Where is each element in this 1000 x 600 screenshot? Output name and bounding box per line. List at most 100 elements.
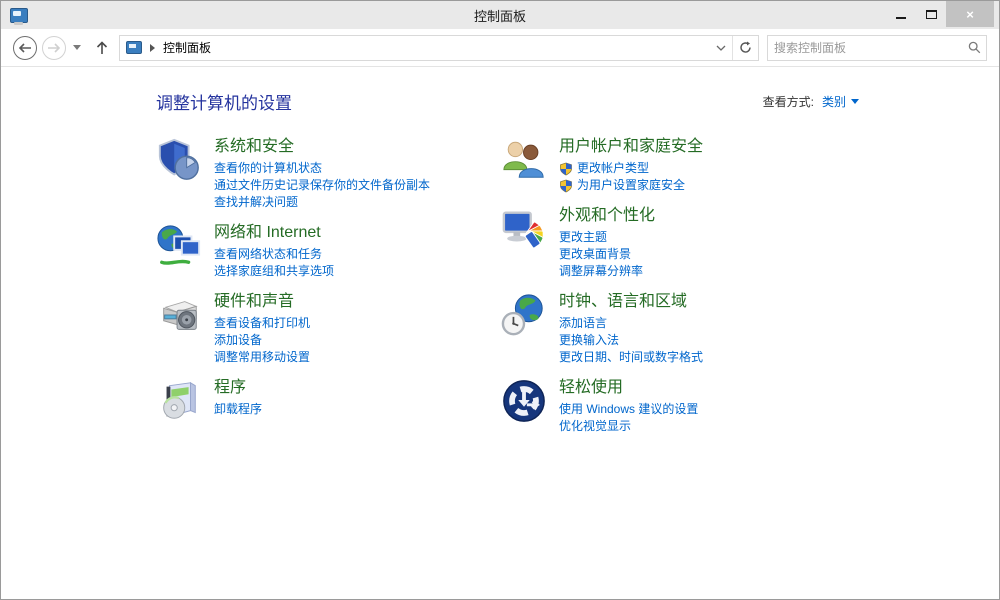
maximize-button[interactable] [916, 1, 946, 27]
category-link-label: 通过文件历史记录保存你的文件备份副本 [214, 177, 430, 194]
refresh-button[interactable] [732, 36, 758, 60]
category-title-clock-language-region[interactable]: 时钟、语言和区域 [559, 291, 687, 312]
back-button[interactable] [13, 36, 37, 60]
category-link[interactable]: 优化视觉显示 [559, 418, 698, 435]
category-title-system-security[interactable]: 系统和安全 [214, 136, 294, 157]
control-panel-small-icon [126, 41, 142, 54]
category-link[interactable]: 添加语言 [559, 315, 703, 332]
forward-button[interactable] [42, 36, 66, 60]
network-internet-icon[interactable] [156, 223, 202, 269]
programs-icon[interactable] [156, 378, 202, 424]
maximize-icon [926, 10, 937, 19]
category-link[interactable]: 查找并解决问题 [214, 194, 430, 211]
category-link-label: 更改日期、时间或数字格式 [559, 349, 703, 366]
close-button[interactable]: × [946, 1, 994, 27]
up-button[interactable] [91, 37, 113, 59]
search-box [767, 35, 987, 61]
category-link[interactable]: 调整常用移动设置 [214, 349, 310, 366]
uac-shield-icon [559, 162, 573, 176]
category-link-label: 添加语言 [559, 315, 607, 332]
category-link[interactable]: 为用户设置家庭安全 [559, 177, 703, 194]
category-link-label: 查看网络状态和任务 [214, 246, 322, 263]
category-link[interactable]: 调整屏幕分辨率 [559, 263, 655, 280]
breadcrumb-arrow-icon[interactable] [150, 44, 155, 52]
category-link[interactable]: 查看网络状态和任务 [214, 246, 334, 263]
category-link-label: 优化视觉显示 [559, 418, 631, 435]
ease-of-access-icon[interactable] [501, 378, 547, 424]
category-title-programs[interactable]: 程序 [214, 377, 246, 398]
window-controls: × [886, 1, 999, 29]
category-title-user-accounts-family-safety[interactable]: 用户帐户和家庭安全 [559, 136, 703, 157]
search-icon[interactable] [962, 41, 986, 54]
category-link[interactable]: 更改主题 [559, 229, 655, 246]
category-hardware-sound: 硬件和声音 查看设备和打印机添加设备调整常用移动设置 [156, 291, 501, 366]
category-link[interactable]: 查看你的计算机状态 [214, 160, 430, 177]
category-link[interactable]: 通过文件历史记录保存你的文件备份副本 [214, 177, 430, 194]
uac-shield-icon [559, 179, 573, 193]
control-panel-window: 控制面板 × 控制面板 [0, 0, 1000, 600]
view-by-value[interactable]: 类别 [822, 93, 846, 110]
category-link[interactable]: 卸载程序 [214, 401, 262, 418]
titlebar: 控制面板 × [1, 1, 999, 29]
category-link-label: 更改桌面背景 [559, 246, 631, 263]
close-icon: × [966, 7, 974, 22]
category-title-ease-of-access[interactable]: 轻松使用 [559, 377, 623, 398]
category-link-label: 查找并解决问题 [214, 194, 298, 211]
category-link-label: 调整屏幕分辨率 [559, 263, 643, 280]
category-title-appearance-personalization[interactable]: 外观和个性化 [559, 205, 655, 226]
forward-icon [47, 43, 61, 53]
refresh-icon [739, 41, 752, 54]
category-link-label: 查看设备和打印机 [214, 315, 310, 332]
category-title-network-internet[interactable]: 网络和 Internet [214, 222, 321, 243]
category-system-security: 系统和安全 查看你的计算机状态通过文件历史记录保存你的文件备份副本查找并解决问题 [156, 136, 501, 211]
category-title-hardware-sound[interactable]: 硬件和声音 [214, 291, 294, 312]
category-column-left: 系统和安全 查看你的计算机状态通过文件历史记录保存你的文件备份副本查找并解决问题… [156, 136, 501, 446]
hardware-sound-icon[interactable] [156, 292, 202, 338]
category-link-label: 查看你的计算机状态 [214, 160, 322, 177]
page-header: 调整计算机的设置 查看方式: 类别 [156, 89, 859, 114]
category-link-label: 使用 Windows 建议的设置 [559, 401, 698, 418]
category-link-label: 调整常用移动设置 [214, 349, 310, 366]
category-link[interactable]: 使用 Windows 建议的设置 [559, 401, 698, 418]
dropdown-caret-icon [73, 45, 81, 50]
address-bar[interactable]: 控制面板 [119, 35, 759, 61]
category-appearance-personalization: 外观和个性化 更改主题更改桌面背景调整屏幕分辨率 [501, 205, 859, 280]
category-network-internet: 网络和 Internet 查看网络状态和任务选择家庭组和共享选项 [156, 222, 501, 280]
category-link-label: 为用户设置家庭安全 [577, 177, 685, 194]
breadcrumb-control-panel[interactable]: 控制面板 [163, 39, 211, 56]
navigation-bar: 控制面板 [1, 29, 999, 67]
search-input[interactable] [768, 37, 962, 59]
category-link[interactable]: 添加设备 [214, 332, 310, 349]
category-link[interactable]: 更改帐户类型 [559, 160, 703, 177]
view-by-caret-icon[interactable] [851, 99, 859, 104]
category-link[interactable]: 更改日期、时间或数字格式 [559, 349, 703, 366]
category-clock-language-region: 时钟、语言和区域 添加语言更换输入法更改日期、时间或数字格式 [501, 291, 859, 366]
category-link-label: 更改帐户类型 [577, 160, 649, 177]
user-accounts-icon[interactable] [501, 137, 547, 183]
recent-pages-button[interactable] [73, 45, 81, 50]
content-area: 调整计算机的设置 查看方式: 类别 系统和安全 查看你的计算机状态通过文件历史记… [1, 67, 999, 599]
clock-language-icon[interactable] [501, 292, 547, 338]
up-icon [96, 41, 108, 55]
view-by-label: 查看方式: [763, 93, 814, 110]
system-security-icon[interactable] [156, 137, 202, 183]
minimize-button[interactable] [886, 1, 916, 27]
category-ease-of-access: 轻松使用 使用 Windows 建议的设置优化视觉显示 [501, 377, 859, 435]
page-title: 调整计算机的设置 [156, 89, 292, 114]
category-link-label: 更改主题 [559, 229, 607, 246]
category-columns: 系统和安全 查看你的计算机状态通过文件历史记录保存你的文件备份副本查找并解决问题… [156, 136, 859, 446]
category-user-accounts-family-safety: 用户帐户和家庭安全 更改帐户类型为用户设置家庭安全 [501, 136, 859, 194]
category-link[interactable]: 选择家庭组和共享选项 [214, 263, 334, 280]
category-link[interactable]: 更改桌面背景 [559, 246, 655, 263]
address-dropdown-button[interactable] [710, 36, 732, 60]
category-link[interactable]: 查看设备和打印机 [214, 315, 310, 332]
category-link-label: 更换输入法 [559, 332, 619, 349]
category-programs: 程序 卸载程序 [156, 377, 501, 424]
view-by-control: 查看方式: 类别 [763, 93, 859, 110]
control-panel-app-icon[interactable] [10, 8, 28, 23]
back-icon [18, 43, 32, 53]
window-title: 控制面板 [1, 1, 999, 29]
appearance-icon[interactable] [501, 206, 547, 252]
category-link[interactable]: 更换输入法 [559, 332, 703, 349]
category-link-label: 卸载程序 [214, 401, 262, 418]
